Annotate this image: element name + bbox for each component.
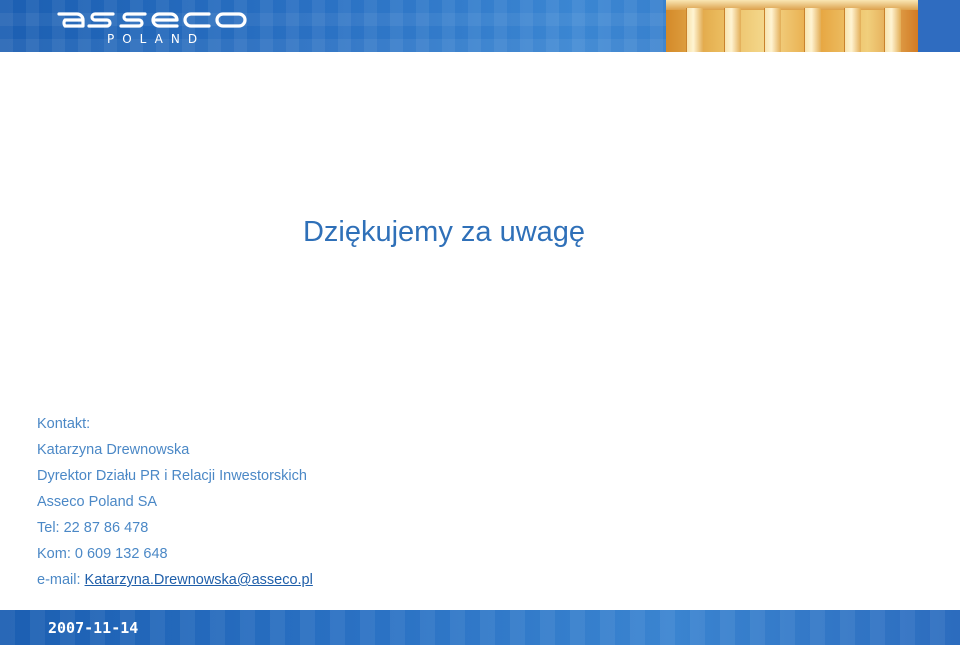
columns-photo bbox=[666, 0, 918, 52]
column bbox=[724, 8, 741, 52]
contact-heading: Kontakt: bbox=[37, 416, 91, 432]
contact-position: Dyrektor Działu PR i Relacji Inwestorski… bbox=[37, 468, 307, 484]
columns-entablature bbox=[666, 0, 918, 10]
contact-company: Asseco Poland SA bbox=[37, 494, 158, 510]
footer-banner: 2007-11-14 bbox=[0, 610, 960, 645]
column bbox=[804, 8, 821, 52]
header-banner: POLAND bbox=[0, 0, 960, 52]
logo-subtitle: POLAND bbox=[107, 32, 206, 46]
column bbox=[686, 8, 703, 52]
slide: POLAND Dziękujemy za uwagę Kontakt: Kata… bbox=[0, 0, 960, 645]
footer-date: 2007-11-14 bbox=[48, 619, 139, 637]
column bbox=[764, 8, 781, 52]
contact-phone: Tel: 22 87 86 478 bbox=[37, 520, 149, 536]
email-label: e-mail: bbox=[37, 572, 85, 588]
column bbox=[844, 8, 861, 52]
slide-title: Dziękujemy za uwagę bbox=[302, 216, 586, 248]
contact-block: Kontakt: Katarzyna Drewnowska Dyrektor D… bbox=[37, 414, 313, 596]
footer-pattern bbox=[0, 610, 960, 645]
asseco-wordmark bbox=[57, 12, 247, 28]
header-edge bbox=[918, 0, 960, 52]
column bbox=[884, 8, 901, 52]
contact-name: Katarzyna Drewnowska bbox=[37, 442, 190, 458]
email-link[interactable]: Katarzyna.Drewnowska@asseco.pl bbox=[85, 572, 313, 588]
contact-email-line: e-mail: Katarzyna.Drewnowska@asseco.pl bbox=[37, 570, 313, 596]
contact-mobile: Kom: 0 609 132 648 bbox=[37, 546, 168, 562]
